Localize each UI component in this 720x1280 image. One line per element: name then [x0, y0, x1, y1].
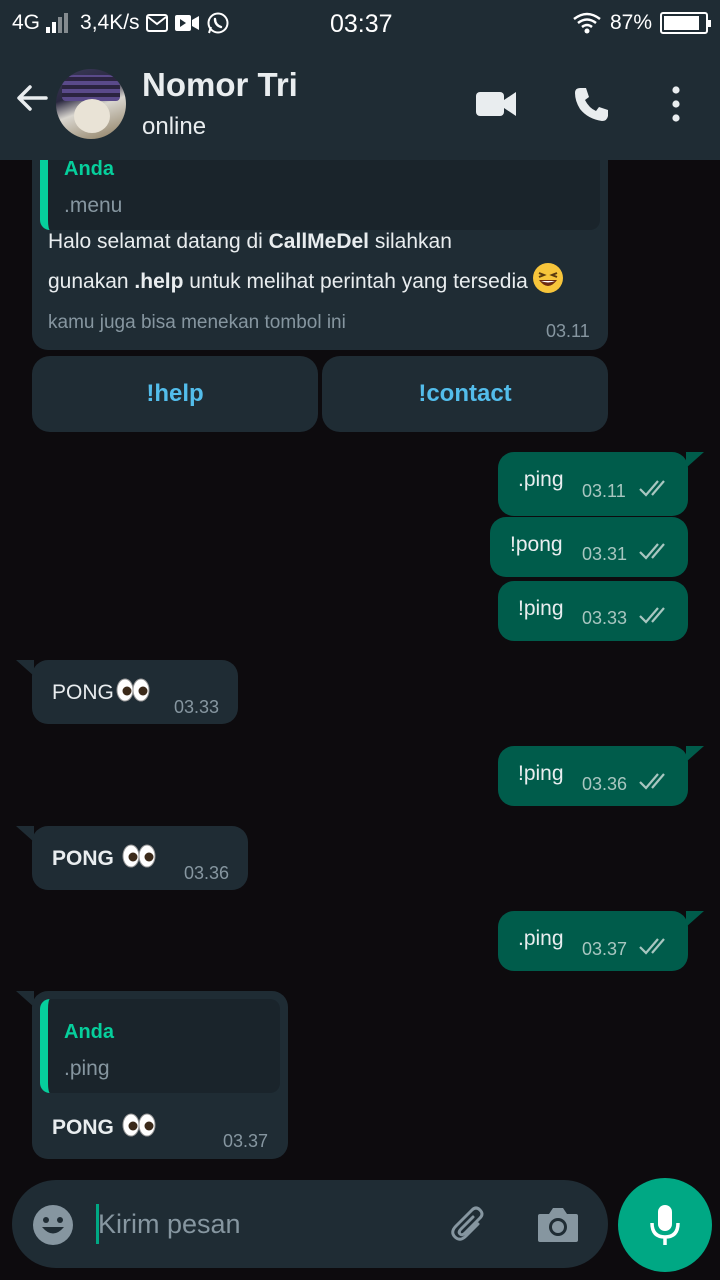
message-composer — [12, 1180, 608, 1268]
quick-reply-help-button[interactable]: !help — [32, 356, 318, 432]
emoji-icon[interactable] — [32, 1204, 74, 1246]
message-text: PONG — [52, 678, 150, 705]
read-ticks-icon — [639, 480, 665, 497]
video-call-icon[interactable] — [474, 84, 518, 124]
network-speed: 3,4K/s — [80, 11, 140, 34]
attachment-icon[interactable] — [448, 1202, 492, 1246]
message-text: Halo selamat datang di CallMeDel silahka… — [48, 230, 452, 253]
message-time: 03.37 — [223, 1131, 269, 1151]
bubble-tail — [686, 746, 704, 762]
gmail-icon — [145, 14, 168, 32]
message-text: .ping — [518, 468, 564, 491]
outgoing-message-bubble[interactable]: .ping 03.11 — [498, 452, 688, 516]
incoming-message-bubble[interactable]: PONG 03.33 — [32, 660, 238, 724]
voice-call-icon[interactable] — [572, 84, 612, 124]
quick-reply-contact-button[interactable]: !contact — [322, 356, 608, 432]
read-ticks-icon — [639, 607, 665, 624]
read-ticks-icon — [639, 938, 665, 955]
quoted-text: .menu — [64, 194, 123, 217]
quoted-author: Anda — [64, 160, 114, 180]
message-time: 03.36 — [184, 863, 230, 883]
chat-header: Nomor Tri online — [0, 50, 720, 160]
eyes-emoji-icon — [122, 844, 156, 868]
wifi-icon — [573, 12, 601, 34]
message-text: !pong — [510, 533, 563, 556]
bubble-tail — [686, 911, 704, 927]
message-time: 03.33 — [582, 608, 628, 628]
contact-name[interactable]: Nomor Tri — [142, 66, 298, 104]
message-footer: kamu juga bisa menekan tombol ini — [48, 312, 346, 333]
message-text: PONG — [52, 1113, 156, 1140]
read-ticks-icon — [639, 773, 665, 790]
quoted-author: Anda — [64, 1021, 114, 1043]
network-type: 4G — [12, 11, 41, 34]
quoted-message[interactable]: Anda .ping — [40, 999, 280, 1093]
microphone-icon — [650, 1205, 680, 1245]
outgoing-message-bubble[interactable]: !ping 03.36 — [498, 746, 688, 806]
contact-status: online — [142, 113, 207, 140]
status-right: 87% — [572, 11, 711, 35]
message-text: !ping — [518, 597, 564, 620]
incoming-message-bubble[interactable]: PONG 03.36 — [32, 826, 248, 890]
message-time: 03.33 — [174, 697, 220, 717]
read-ticks-icon — [639, 543, 665, 560]
status-left: 4G 3,4K/s — [12, 11, 230, 35]
outgoing-message-bubble[interactable]: .ping 03.37 — [498, 911, 688, 971]
laughing-emoji-icon — [532, 263, 563, 293]
whatsapp-icon — [207, 12, 229, 34]
back-arrow-icon[interactable] — [12, 78, 52, 118]
message-time: 03.36 — [582, 774, 628, 794]
message-input[interactable] — [96, 1200, 436, 1248]
message-time: 03.37 — [582, 939, 628, 959]
camera-icon[interactable] — [536, 1204, 580, 1244]
clock: 03:37 — [330, 10, 393, 38]
message-text: .ping — [518, 927, 564, 950]
signal-icon — [46, 13, 69, 33]
quoted-text: .ping — [64, 1057, 110, 1080]
more-options-icon[interactable] — [664, 84, 688, 124]
battery-icon — [660, 12, 711, 34]
eyes-emoji-icon — [116, 678, 150, 702]
outgoing-message-bubble[interactable]: !ping 03.33 — [498, 581, 688, 641]
chat-area[interactable]: Anda .menu Halo selamat datang di CallMe… — [0, 160, 720, 1170]
message-time: 03.31 — [582, 544, 628, 564]
eyes-emoji-icon — [122, 1113, 156, 1137]
bubble-tail — [686, 452, 704, 468]
status-bar: 4G 3,4K/s 03:37 87% — [0, 0, 720, 50]
message-text: !ping — [518, 762, 564, 785]
voice-record-button[interactable] — [618, 1178, 712, 1272]
message-text-line-2: gunakan .help untuk melihat perintah yan… — [48, 262, 564, 294]
incoming-message-bubble[interactable]: Anda .menu Halo selamat datang di CallMe… — [32, 160, 608, 350]
battery-percent: 87% — [609, 11, 652, 34]
incoming-message-bubble[interactable]: Anda .ping PONG 03.37 — [32, 991, 288, 1159]
quoted-message[interactable]: Anda .menu — [40, 160, 600, 230]
outgoing-message-bubble[interactable]: !pong 03.31 — [490, 517, 688, 577]
video-notification-icon — [174, 15, 199, 31]
avatar[interactable] — [56, 69, 126, 139]
message-text: PONG — [52, 844, 156, 871]
message-time: 03.11 — [546, 321, 590, 341]
message-time: 03.11 — [582, 481, 626, 501]
